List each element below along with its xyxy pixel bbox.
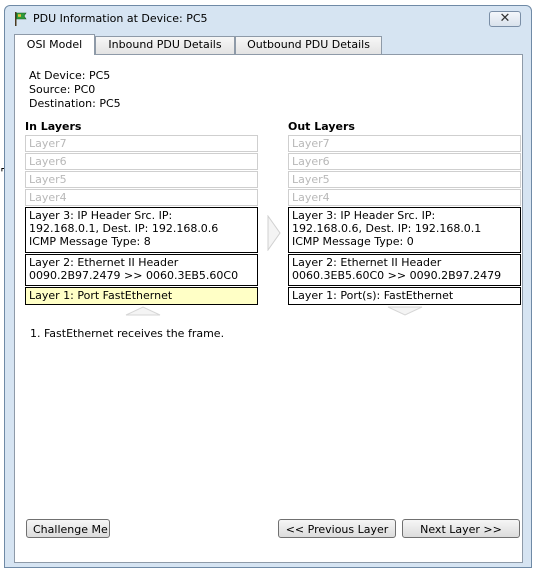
tab-inbound-pdu-details[interactable]: Inbound PDU Details (95, 36, 235, 54)
in-layer4[interactable]: Layer4 (25, 189, 258, 206)
pdu-info-window: PDU Information at Device: PC5 ✕ OSI Mod… (4, 5, 532, 568)
in-layers-header: In Layers (25, 120, 82, 133)
in-layer3[interactable]: Layer 3: IP Header Src. IP: 192.168.0.1,… (25, 207, 258, 253)
out-layer5[interactable]: Layer5 (288, 171, 521, 188)
in-layer2[interactable]: Layer 2: Ethernet II Header 0090.2B97.24… (25, 254, 258, 286)
out-layer7[interactable]: Layer7 (288, 135, 521, 152)
in-layer2-line1: Layer 2: Ethernet II Header (29, 256, 179, 269)
out-layer2-line1: Layer 2: Ethernet II Header (292, 256, 442, 269)
tab-osi-model[interactable]: OSI Model (14, 34, 95, 55)
in-layer6[interactable]: Layer6 (25, 153, 258, 170)
in-layer3-line1: Layer 3: IP Header Src. IP: (29, 209, 173, 222)
close-icon: ✕ (499, 11, 511, 26)
out-layer4[interactable]: Layer4 (288, 189, 521, 206)
next-layer-button[interactable]: Next Layer >> (402, 519, 520, 538)
out-layer3-line2: 192.168.0.6, Dest. IP: 192.168.0.1 (292, 222, 482, 235)
out-layer3-line3: ICMP Message Type: 0 (292, 235, 414, 248)
window-title: PDU Information at Device: PC5 (33, 12, 208, 25)
in-layer3-line3: ICMP Message Type: 8 (29, 235, 151, 248)
right-arrow-icon (267, 215, 281, 251)
challenge-me-button[interactable]: Challenge Me (26, 519, 110, 538)
app-flag-icon (15, 12, 27, 26)
at-device-label: At Device: PC5 (29, 69, 111, 82)
in-layers-up-arrow-icon (125, 306, 161, 316)
in-layer3-line2: 192.168.0.1, Dest. IP: 192.168.0.6 (29, 222, 219, 235)
in-layer5[interactable]: Layer5 (25, 171, 258, 188)
out-layer2-line2: 0060.3EB5.60C0 >> 0090.2B97.2479 (292, 269, 502, 282)
out-layers-header: Out Layers (288, 120, 355, 133)
out-layer6[interactable]: Layer6 (288, 153, 521, 170)
out-layer3[interactable]: Layer 3: IP Header Src. IP: 192.168.0.6,… (288, 207, 521, 253)
out-layers-down-arrow-icon (387, 306, 423, 316)
out-layer1[interactable]: Layer 1: Port(s): FastEthernet (288, 287, 521, 305)
tab-outbound-pdu-details[interactable]: Outbound PDU Details (235, 36, 382, 54)
close-button[interactable]: ✕ (489, 11, 521, 27)
osi-model-panel: At Device: PC5 Source: PC0 Destination: … (14, 54, 523, 563)
title-bar[interactable]: PDU Information at Device: PC5 ✕ (5, 6, 531, 30)
out-layer2[interactable]: Layer 2: Ethernet II Header 0060.3EB5.60… (288, 254, 521, 286)
in-layer2-line2: 0090.2B97.2479 >> 0060.3EB5.60C0 (29, 269, 239, 282)
source-label: Source: PC0 (29, 83, 96, 96)
in-layer1[interactable]: Layer 1: Port FastEthernet (25, 287, 258, 305)
destination-label: Destination: PC5 (29, 97, 121, 110)
out-layer3-line1: Layer 3: IP Header Src. IP: (292, 209, 436, 222)
in-layer7[interactable]: Layer7 (25, 135, 258, 152)
step-description: 1. FastEthernet receives the frame. (30, 327, 225, 340)
previous-layer-button[interactable]: << Previous Layer (278, 519, 396, 538)
